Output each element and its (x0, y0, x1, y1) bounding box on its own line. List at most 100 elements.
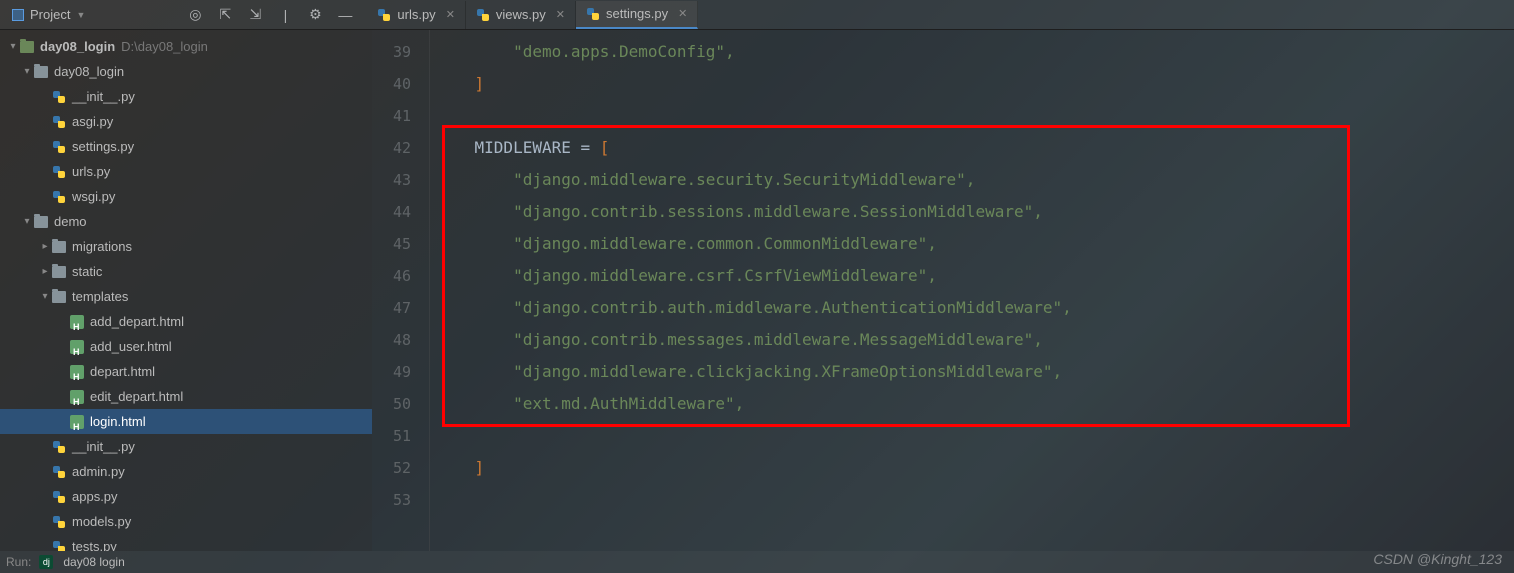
tree-label: day08_login (54, 59, 124, 84)
tree-file[interactable]: ·__init__.py (0, 84, 372, 109)
tree-file[interactable]: ·settings.py (0, 134, 372, 159)
tree-folder[interactable]: ▸ migrations (0, 234, 372, 259)
html-icon (70, 390, 84, 404)
code-line[interactable]: "django.middleware.common.CommonMiddlewa… (436, 228, 1514, 260)
python-icon (52, 440, 66, 454)
tab-label: views.py (496, 7, 546, 22)
tree-label: urls.py (72, 159, 110, 184)
tree-file[interactable]: ·depart.html (0, 359, 372, 384)
tree-file[interactable]: ·admin.py (0, 459, 372, 484)
project-dropdown[interactable]: Project ▼ (0, 0, 97, 29)
tab-urls[interactable]: urls.py ✕ (367, 1, 466, 29)
code-line[interactable]: "django.contrib.sessions.middleware.Sess… (436, 196, 1514, 228)
html-icon (70, 315, 84, 329)
tree-label: login.html (90, 409, 146, 434)
run-label: Run: (6, 555, 31, 569)
chevron-right-icon[interactable]: ▸ (38, 259, 52, 284)
folder-icon (34, 66, 48, 78)
tab-label: settings.py (606, 6, 668, 21)
python-icon (52, 190, 66, 204)
tree-label: wsgi.py (72, 184, 115, 209)
python-icon (52, 90, 66, 104)
code-line[interactable] (436, 420, 1514, 452)
tree-file[interactable]: ·add_user.html (0, 334, 372, 359)
code-line[interactable]: "django.middleware.csrf.CsrfViewMiddlewa… (436, 260, 1514, 292)
tree-file[interactable]: ·tests.py (0, 534, 372, 551)
tree-label: apps.py (72, 484, 118, 509)
tab-settings[interactable]: settings.py ✕ (576, 1, 698, 29)
gear-icon[interactable]: ⚙ (307, 7, 323, 23)
tree-label: admin.py (72, 459, 125, 484)
chevron-down-icon[interactable]: ▾ (20, 209, 34, 234)
tree-label: depart.html (90, 359, 155, 384)
tree-label: __init__.py (72, 84, 135, 109)
python-icon (52, 165, 66, 179)
chevron-down-icon[interactable]: ▾ (38, 284, 52, 309)
tree-label: static (72, 259, 102, 284)
folder-icon (20, 41, 34, 53)
code-editor[interactable]: 394041424344454647484950515253 "demo.app… (372, 30, 1514, 551)
code-line[interactable]: "django.middleware.security.SecurityMidd… (436, 164, 1514, 196)
tree-file[interactable]: ·asgi.py (0, 109, 372, 134)
code-line[interactable]: ] (436, 68, 1514, 100)
tree-file[interactable]: ·__init__.py (0, 434, 372, 459)
project-label: Project (30, 7, 70, 22)
python-icon (52, 465, 66, 479)
minimize-icon[interactable]: — (337, 7, 353, 23)
code-line[interactable]: ] (436, 452, 1514, 484)
python-icon (52, 515, 66, 529)
html-icon (70, 415, 84, 429)
code-line[interactable] (436, 100, 1514, 132)
line-gutter: 394041424344454647484950515253 (372, 30, 430, 551)
tree-label: demo (54, 209, 87, 234)
tree-root[interactable]: ▾ day08_login D:\day08_login (0, 34, 372, 59)
tree-folder[interactable]: ▸ static (0, 259, 372, 284)
dj-icon: dj (39, 555, 53, 569)
tree-file[interactable]: ·urls.py (0, 159, 372, 184)
status-bar: Run: dj day08 login (0, 551, 1514, 573)
tree-file[interactable]: ·edit_depart.html (0, 384, 372, 409)
html-icon (70, 340, 84, 354)
code-line[interactable]: "django.contrib.messages.middleware.Mess… (436, 324, 1514, 356)
chevron-down-icon[interactable]: ▾ (6, 34, 20, 59)
tree-file[interactable]: ·wsgi.py (0, 184, 372, 209)
python-icon (377, 8, 391, 22)
tree-file[interactable]: ·apps.py (0, 484, 372, 509)
tree-label: add_user.html (90, 334, 172, 359)
tab-views[interactable]: views.py ✕ (466, 1, 576, 29)
code-line[interactable] (436, 484, 1514, 516)
code-line[interactable]: MIDDLEWARE = [ (436, 132, 1514, 164)
run-config: day08 login (63, 555, 124, 569)
collapse-icon[interactable]: ⇲ (247, 7, 263, 23)
tree-folder-app[interactable]: ▾ day08_login (0, 59, 372, 84)
code-line[interactable]: "ext.md.AuthMiddleware", (436, 388, 1514, 420)
tree-file-selected[interactable]: ·login.html (0, 409, 372, 434)
close-icon[interactable]: ✕ (446, 8, 455, 21)
code-content[interactable]: "demo.apps.DemoConfig", ] MIDDLEWARE = [… (430, 30, 1514, 551)
project-icon (12, 9, 24, 21)
tree-label: migrations (72, 234, 132, 259)
tree-folder-templates[interactable]: ▾templates (0, 284, 372, 309)
code-line[interactable]: "django.contrib.auth.middleware.Authenti… (436, 292, 1514, 324)
tree-label: settings.py (72, 134, 134, 159)
python-icon (586, 7, 600, 21)
close-icon[interactable]: ✕ (678, 7, 687, 20)
chevron-down-icon[interactable]: ▾ (20, 59, 34, 84)
target-icon[interactable]: ◎ (187, 7, 203, 23)
divider-icon: | (277, 7, 293, 23)
chevron-down-icon: ▼ (76, 10, 85, 20)
expand-icon[interactable]: ⇱ (217, 7, 233, 23)
tree-folder-demo[interactable]: ▾ demo (0, 209, 372, 234)
tree-file[interactable]: ·models.py (0, 509, 372, 534)
chevron-right-icon[interactable]: ▸ (38, 234, 52, 259)
python-icon (52, 140, 66, 154)
project-tree[interactable]: ▾ day08_login D:\day08_login ▾ day08_log… (0, 30, 372, 551)
tree-file[interactable]: ·add_depart.html (0, 309, 372, 334)
close-icon[interactable]: ✕ (556, 8, 565, 21)
folder-icon (52, 266, 66, 278)
tree-label: edit_depart.html (90, 384, 183, 409)
tab-label: urls.py (397, 7, 435, 22)
code-line[interactable]: "demo.apps.DemoConfig", (436, 36, 1514, 68)
code-line[interactable]: "django.middleware.clickjacking.XFrameOp… (436, 356, 1514, 388)
top-toolbar: Project ▼ ◎ ⇱ ⇲ | ⚙ — urls.py ✕ views.py… (0, 0, 1514, 30)
